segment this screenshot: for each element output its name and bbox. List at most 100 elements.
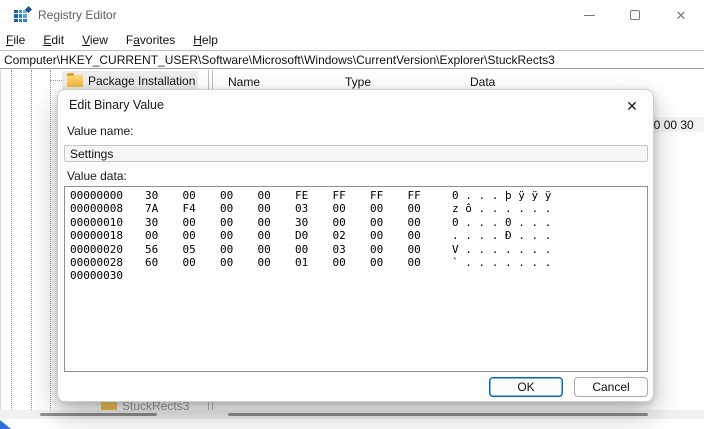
hex-byte[interactable]: 03 [295, 202, 333, 215]
value-data-label: Value data: [67, 169, 127, 183]
hex-byte[interactable]: 00 [183, 229, 221, 242]
list-hscrollbar-thumb[interactable] [228, 413, 648, 416]
column-header-data[interactable]: Data [470, 75, 495, 89]
tree-guide-line [31, 70, 32, 410]
hex-byte[interactable]: 30 [145, 189, 183, 202]
hex-byte[interactable]: FF [333, 189, 371, 202]
hex-byte[interactable]: 00 [220, 202, 258, 215]
hex-row: 000000286000000001000000` . . . . . . . [70, 256, 647, 269]
hex-byte[interactable]: 00 [408, 202, 446, 215]
hex-byte[interactable]: 00 [258, 243, 296, 256]
hex-byte[interactable]: 00 [220, 189, 258, 202]
value-name-field[interactable]: Settings [64, 145, 648, 162]
tree-guide-line [50, 70, 51, 410]
hex-offset: 00000020 [70, 243, 145, 256]
hex-ascii: 0 . . . þ ÿ ÿ ÿ [452, 189, 551, 202]
folder-icon [67, 75, 83, 87]
hex-offset: 00000018 [70, 229, 145, 242]
desktop-corner-fragment [0, 420, 11, 429]
hex-byte[interactable]: 00 [258, 202, 296, 215]
hex-byte[interactable]: 00 [220, 256, 258, 269]
hex-ascii: ` . . . . . . . [452, 256, 551, 269]
hex-ascii: V . . . . . . . [452, 243, 551, 256]
dialog-close-button[interactable]: ✕ [621, 95, 643, 117]
hex-row: 000000205605000000030000V . . . . . . . [70, 243, 647, 256]
hex-byte[interactable]: 00 [183, 189, 221, 202]
hex-byte[interactable]: 00 [220, 243, 258, 256]
hex-byte[interactable]: 30 [295, 216, 333, 229]
cancel-button[interactable]: Cancel [574, 377, 648, 397]
hex-byte[interactable]: 01 [295, 256, 333, 269]
hex-byte[interactable]: 03 [333, 243, 371, 256]
hex-editor[interactable]: 0000000030000000FEFFFFFF0 . . . þ ÿ ÿ ÿ0… [64, 186, 648, 372]
hex-byte[interactable]: 00 [408, 256, 446, 269]
tree-item-package-installation[interactable]: Package Installation [67, 74, 195, 88]
menu-view[interactable]: View [73, 33, 117, 47]
close-icon: ✕ [626, 98, 638, 115]
hex-byte[interactable]: 00 [370, 202, 408, 215]
hex-byte[interactable]: 00 [183, 256, 221, 269]
title-bar: Registry Editor ✕ [0, 0, 704, 30]
hex-byte[interactable]: 00 [408, 243, 446, 256]
hex-byte[interactable]: 00 [258, 189, 296, 202]
hex-byte[interactable]: 00 [145, 229, 183, 242]
hex-row: 0000001800000000D0020000. . . . Ð . . . [70, 229, 647, 242]
hex-byte[interactable]: 00 [370, 229, 408, 242]
value-name-label: Value name: [67, 124, 134, 138]
hex-row: 0000001030000000300000000 . . . 0 . . . [70, 216, 647, 229]
hex-byte[interactable]: 00 [220, 229, 258, 242]
hex-byte[interactable]: 30 [145, 216, 183, 229]
hex-byte[interactable]: 56 [145, 243, 183, 256]
hex-byte[interactable]: 00 [220, 216, 258, 229]
tree-hscrollbar-thumb[interactable] [40, 413, 157, 416]
column-header-type[interactable]: Type [345, 75, 371, 89]
hex-byte[interactable]: 00 [333, 202, 371, 215]
horizontal-scroll-strip [0, 410, 704, 419]
hex-byte[interactable]: 00 [183, 216, 221, 229]
hex-byte[interactable]: FF [408, 189, 446, 202]
window-title: Registry Editor [38, 8, 117, 22]
tree-guide-line [11, 70, 12, 410]
menu-file[interactable]: File [0, 33, 34, 47]
hex-byte[interactable]: 00 [370, 216, 408, 229]
minimize-icon [584, 15, 595, 16]
hex-byte[interactable]: 00 [258, 256, 296, 269]
hex-row: 00000030 [70, 269, 647, 282]
address-bar[interactable]: Computer\HKEY_CURRENT_USER\Software\Micr… [0, 50, 704, 69]
hex-byte[interactable]: FE [295, 189, 333, 202]
close-button[interactable]: ✕ [658, 0, 704, 30]
hex-byte[interactable]: 00 [258, 216, 296, 229]
hex-row: 0000000030000000FEFFFFFF0 . . . þ ÿ ÿ ÿ [70, 189, 647, 202]
hex-byte[interactable]: FF [370, 189, 408, 202]
hex-byte[interactable]: F4 [183, 202, 221, 215]
ok-button[interactable]: OK [489, 377, 563, 397]
hex-ascii: z ô . . . . . . [452, 202, 551, 215]
hex-byte[interactable]: 00 [333, 256, 371, 269]
column-header-name[interactable]: Name [228, 75, 260, 89]
hex-byte[interactable]: 00 [258, 229, 296, 242]
hex-byte[interactable]: 00 [295, 243, 333, 256]
hex-byte[interactable]: D0 [295, 229, 333, 242]
menu-edit[interactable]: Edit [34, 33, 73, 47]
hex-byte[interactable]: 00 [370, 256, 408, 269]
hex-row: 000000087AF4000003000000z ô . . . . . . [70, 202, 647, 215]
menu-favorites[interactable]: Favorites [117, 33, 184, 47]
hex-byte[interactable]: 02 [333, 229, 371, 242]
hex-byte[interactable]: 60 [145, 256, 183, 269]
hex-byte[interactable]: 7A [145, 202, 183, 215]
window-bottom-strip [0, 419, 704, 429]
minimize-button[interactable] [566, 0, 612, 30]
hex-offset: 00000028 [70, 256, 145, 269]
hex-byte[interactable]: 00 [408, 229, 446, 242]
close-icon: ✕ [676, 9, 687, 22]
menu-bar: File Edit View Favorites Help [0, 30, 704, 49]
hex-byte[interactable]: 00 [408, 216, 446, 229]
menu-help[interactable]: Help [184, 33, 227, 47]
hex-ascii: 0 . . . 0 . . . [452, 216, 551, 229]
hex-byte[interactable]: 00 [333, 216, 371, 229]
maximize-icon [630, 10, 640, 20]
hex-byte[interactable]: 05 [183, 243, 221, 256]
hex-byte[interactable]: 00 [370, 243, 408, 256]
hex-offset: 00000030 [70, 269, 145, 282]
maximize-button[interactable] [612, 0, 658, 30]
